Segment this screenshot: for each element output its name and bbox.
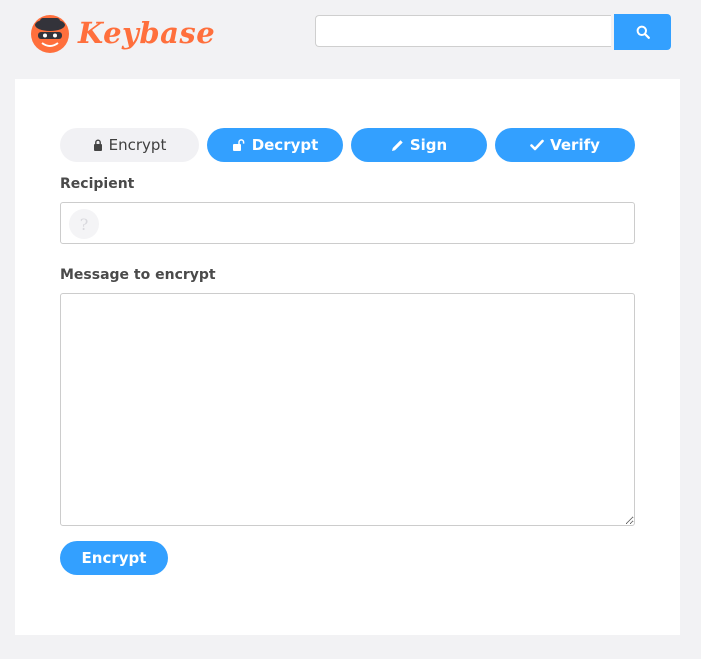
recipient-input[interactable] (105, 203, 629, 245)
message-textarea[interactable] (60, 293, 635, 526)
lock-icon (93, 139, 103, 151)
tab-decrypt[interactable]: Decrypt (207, 128, 343, 162)
tab-label: Verify (550, 136, 600, 154)
avatar: ? (69, 209, 99, 239)
keybase-logo[interactable]: Keybase (28, 12, 215, 54)
tab-label: Encrypt (108, 136, 167, 154)
top-bar: Keybase (0, 0, 701, 70)
check-icon (530, 139, 544, 151)
tab-encrypt[interactable]: Encrypt (60, 128, 199, 162)
search-button[interactable] (614, 14, 671, 50)
tab-label: Sign (409, 136, 448, 154)
tab-verify[interactable]: Verify (495, 128, 635, 162)
recipient-field[interactable]: ? (60, 202, 635, 245)
recipient-label: Recipient (60, 176, 135, 192)
tab-sign[interactable]: Sign (351, 128, 487, 162)
encrypt-button[interactable]: Encrypt (60, 541, 168, 575)
search-icon (636, 25, 650, 39)
keybase-logo-icon (31, 15, 69, 53)
tab-label: Decrypt (251, 136, 319, 154)
search-input[interactable] (315, 15, 611, 47)
pencil-icon (391, 139, 404, 152)
logo-text: Keybase (78, 16, 216, 50)
message-label: Message to encrypt (60, 267, 216, 283)
unlock-icon (232, 139, 246, 151)
main-card: Encrypt Decrypt Sign Verify Recipient ? … (15, 79, 680, 635)
